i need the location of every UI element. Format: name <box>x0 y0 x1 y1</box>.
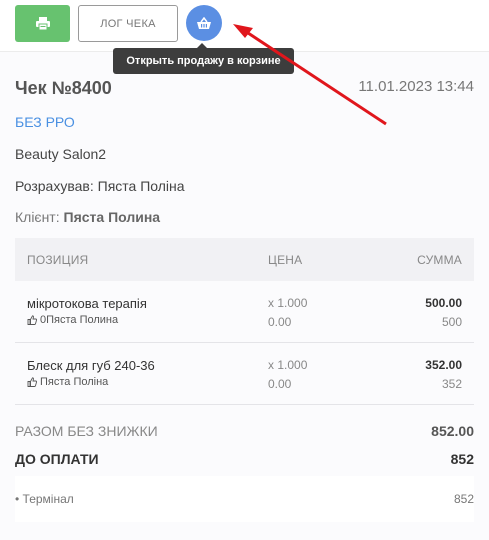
items-table: ПОЗИЦИЯ ЦЕНА СУММА мікротокова терапія 0… <box>15 238 474 405</box>
item-master-name: Пяста Поліна <box>40 376 109 388</box>
cashier: Розрахував: Пяста Поліна <box>15 178 185 194</box>
open-in-basket-button[interactable] <box>186 5 222 41</box>
total-without-discount-value: 852.00 <box>431 423 474 439</box>
payment-row: • Термінал 852 <box>15 476 474 522</box>
item-master: Пяста Поліна <box>27 376 108 388</box>
header-sum: СУММА <box>417 253 462 267</box>
salon-name: Beauty Salon2 <box>15 146 107 162</box>
table-row: мікротокова терапія 0Пяста Полина x 1.00… <box>15 281 474 343</box>
thumbs-up-icon <box>27 315 37 325</box>
item-quantity: x 1.000 <box>268 358 308 372</box>
item-discount: 0.00 <box>268 377 292 391</box>
payment-method: • Термінал <box>15 492 74 506</box>
receipt-title: Чек №8400 <box>15 78 112 98</box>
basket-icon <box>197 16 211 29</box>
item-sum: 352.00 <box>425 358 462 372</box>
client-label: Клієнт: <box>15 209 60 225</box>
no-rro-label: БЕЗ РРО <box>15 114 75 130</box>
item-sum: 500.00 <box>425 296 462 310</box>
table-header: ПОЗИЦИЯ ЦЕНА СУММА <box>15 238 474 281</box>
header-position: ПОЗИЦИЯ <box>27 253 89 267</box>
item-name: мікротокова терапія <box>27 296 147 311</box>
item-name: Блеск для губ 240-36 <box>27 358 155 373</box>
item-quantity: x 1.000 <box>268 296 308 310</box>
table-row: Блеск для губ 240-36 Пяста Поліна x 1.00… <box>15 343 474 405</box>
client-name: Пяста Полина <box>63 209 161 225</box>
total-to-pay-label: ДО ОПЛАТИ <box>15 451 99 467</box>
receipt-panel: Чек №8400 11.01.2023 13:44 БЕЗ РРО Beaut… <box>0 52 489 540</box>
receipt-log-button[interactable]: ЛОГ ЧЕКА <box>78 5 178 42</box>
receipt-date: 11.01.2023 13:44 <box>358 78 474 95</box>
tooltip-open-in-basket: Открыть продажу в корзине <box>113 43 294 74</box>
thumbs-up-icon <box>27 377 37 387</box>
print-button[interactable] <box>15 5 70 42</box>
printer-icon <box>35 17 50 30</box>
item-master-name: 0Пяста Полина <box>40 314 119 326</box>
item-discount: 0.00 <box>268 315 292 329</box>
header-price: ЦЕНА <box>268 253 303 267</box>
total-to-pay-value: 852 <box>450 451 474 467</box>
item-master: 0Пяста Полина <box>27 314 118 326</box>
client: Клієнт: Пяста Полина <box>15 209 160 225</box>
item-base-price: 352 <box>441 377 462 391</box>
item-base-price: 500 <box>441 315 462 329</box>
payment-amount: 852 <box>453 492 474 506</box>
toolbar: ЛОГ ЧЕКА <box>0 0 489 52</box>
total-without-discount-label: РАЗОМ БЕЗ ЗНИЖКИ <box>15 423 158 439</box>
